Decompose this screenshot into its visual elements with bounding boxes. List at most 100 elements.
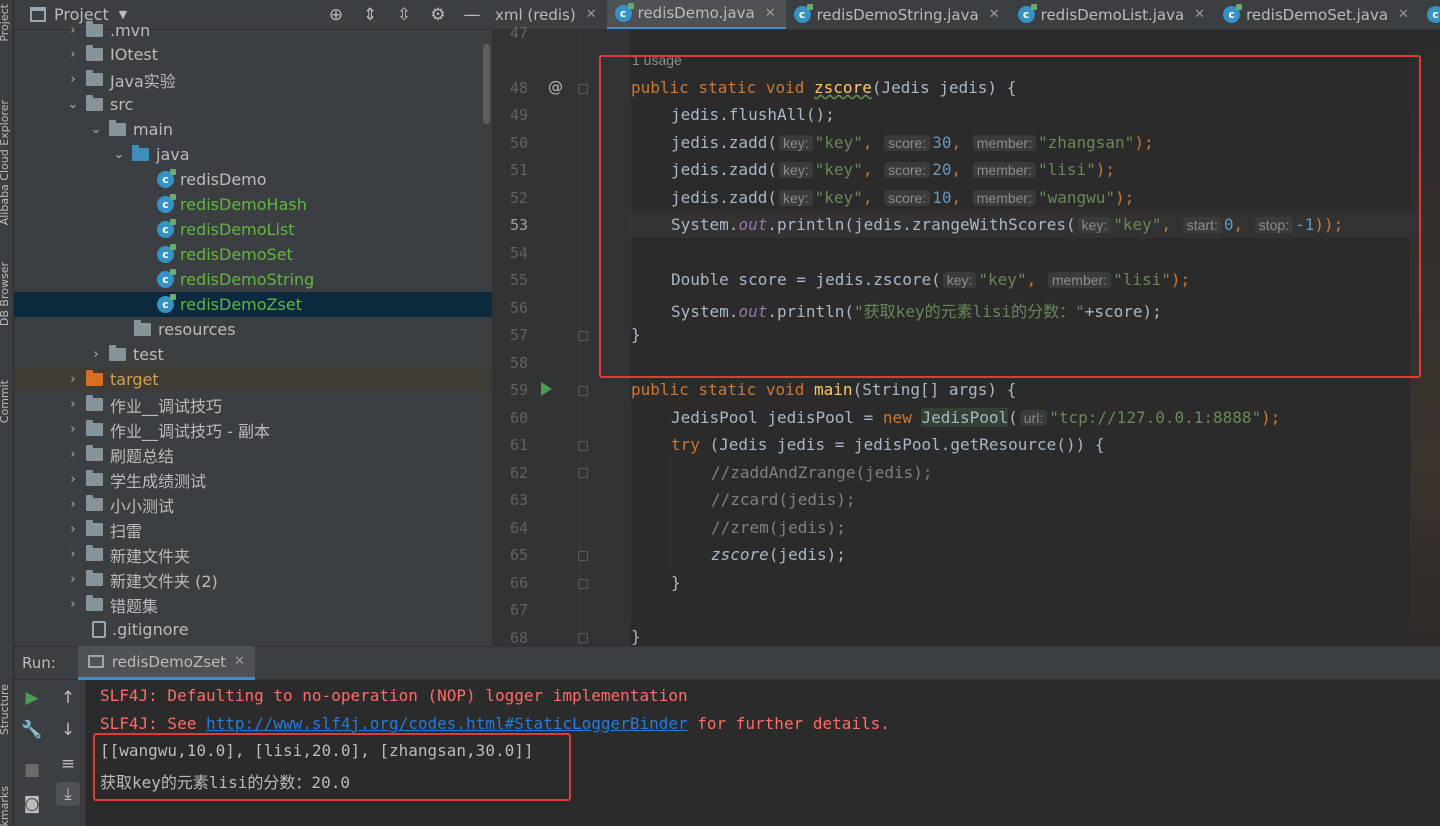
- chevron-right-icon[interactable]: ›: [89, 347, 103, 362]
- param-hint: url:: [1019, 410, 1048, 426]
- chevron-down-icon[interactable]: ⌄: [112, 147, 126, 162]
- close-icon[interactable]: ✕: [989, 7, 1000, 22]
- strip-tab-structure[interactable]: Structure: [0, 684, 11, 735]
- fold-icon[interactable]: [578, 551, 588, 561]
- tree-item-mvn[interactable]: › .mvn: [14, 18, 492, 43]
- chevron-right-icon[interactable]: ›: [66, 422, 80, 437]
- soft-wrap-icon[interactable]: ≡: [56, 752, 80, 776]
- tree-item-new-folder-2[interactable]: › 新建文件夹 (2): [14, 567, 492, 592]
- excluded-folder-icon: [86, 370, 103, 386]
- tree-item-debug-skills-copy[interactable]: › 作业__调试技巧 - 副本: [14, 417, 492, 442]
- tree-item-main[interactable]: ⌄ main: [14, 117, 492, 142]
- chevron-right-icon[interactable]: ›: [66, 447, 80, 462]
- tree-item-redisdemo[interactable]: c redisDemo: [14, 167, 492, 192]
- line-number: 68: [509, 629, 528, 647]
- tree-item-iotest[interactable]: › IOtest: [14, 42, 492, 67]
- code-line-66: }: [671, 573, 681, 592]
- fold-icon[interactable]: [578, 579, 588, 589]
- run-gutter-icon[interactable]: [541, 382, 552, 396]
- tree-item-test[interactable]: › test: [14, 342, 492, 367]
- chevron-right-icon[interactable]: ›: [66, 47, 80, 62]
- tree-item-redisdemoset[interactable]: c redisDemoSet: [14, 242, 492, 267]
- run-tab-redisdemozset[interactable]: redisDemoZset ✕: [77, 646, 256, 680]
- tab-redisdemoset[interactable]: c redisDemoSet.java ✕: [1215, 0, 1419, 29]
- chevron-right-icon[interactable]: ›: [66, 397, 80, 412]
- close-icon[interactable]: ✕: [234, 654, 245, 669]
- tree-item-new-folder[interactable]: › 新建文件夹: [14, 542, 492, 567]
- tree-item-label: redisDemoHash: [180, 195, 307, 214]
- chevron-right-icon[interactable]: ›: [66, 472, 80, 487]
- scroll-to-end-icon[interactable]: ⤓: [56, 782, 80, 806]
- code-token: (String[] args) {: [852, 380, 1017, 399]
- tree-item-redisdemostring[interactable]: c redisDemoString: [14, 267, 492, 292]
- chevron-right-icon[interactable]: ›: [66, 23, 80, 38]
- chevron-right-icon[interactable]: ›: [66, 572, 80, 587]
- fold-icon[interactable]: [578, 386, 588, 396]
- folder-icon: [86, 45, 103, 61]
- tree-item-debug-skills[interactable]: › 作业__调试技巧: [14, 392, 492, 417]
- close-icon[interactable]: ✕: [765, 6, 776, 21]
- tree-item-grades-test[interactable]: › 学生成绩测试: [14, 467, 492, 492]
- tree-item-java-lab[interactable]: › Java实验: [14, 67, 492, 92]
- line-number: 65: [509, 546, 528, 564]
- camera-icon[interactable]: ◙: [20, 792, 44, 816]
- chevron-down-icon[interactable]: ⌄: [89, 122, 103, 137]
- chevron-right-icon[interactable]: ›: [66, 372, 80, 387]
- console-link[interactable]: http://www.slf4j.org/codes.html#StaticLo…: [206, 714, 688, 733]
- rerun-icon[interactable]: ▶: [20, 686, 44, 710]
- strip-tab-commit[interactable]: Commit: [0, 380, 11, 423]
- java-class-icon: c: [157, 219, 176, 238]
- tree-item-label: 错题集: [110, 596, 159, 616]
- tab-overflow[interactable]: c re: [1419, 0, 1440, 29]
- chevron-right-icon[interactable]: ›: [66, 522, 80, 537]
- tree-item-minesweeper[interactable]: › 扫雷: [14, 517, 492, 542]
- tree-item-label: .gitignore: [112, 620, 189, 639]
- tab-label: redisDemoList.java: [1040, 5, 1185, 24]
- wrench-icon[interactable]: 🔧: [20, 718, 44, 742]
- fold-icon[interactable]: [578, 633, 588, 643]
- project-scrollbar[interactable]: [483, 44, 490, 124]
- tree-item-small-test[interactable]: › 小小测试: [14, 492, 492, 517]
- fold-icon[interactable]: [578, 331, 588, 341]
- tree-item-target[interactable]: › target: [14, 367, 492, 392]
- close-icon[interactable]: ✕: [1398, 7, 1409, 22]
- tree-item-gitignore[interactable]: .gitignore: [14, 617, 492, 642]
- line-number: 51: [509, 161, 528, 179]
- close-icon[interactable]: ✕: [586, 7, 597, 22]
- fold-icon[interactable]: [578, 441, 588, 451]
- java-class-icon: c: [157, 269, 176, 288]
- tree-item-practice-summary[interactable]: › 刷题总结: [14, 442, 492, 467]
- tree-item-wrong-questions[interactable]: › 错题集: [14, 592, 492, 617]
- chevron-right-icon[interactable]: ›: [66, 497, 80, 512]
- strip-tab-bookmarks[interactable]: Bookmarks: [0, 786, 11, 826]
- folder-icon: [86, 495, 103, 511]
- strip-tab-project[interactable]: Project: [0, 4, 11, 42]
- tree-item-label: redisDemoZset: [180, 295, 302, 314]
- stop-icon[interactable]: ■: [20, 758, 44, 782]
- fold-icon[interactable]: [578, 468, 588, 478]
- tree-item-resources[interactable]: resources: [14, 317, 492, 342]
- tree-item-redisdemozset[interactable]: c redisDemoZset: [14, 292, 492, 317]
- console-line: SLF4J: See http://www.slf4j.org/codes.ht…: [100, 714, 890, 733]
- tab-redisdemolist[interactable]: c redisDemoList.java ✕: [1010, 0, 1215, 29]
- tree-item-redisdemolist[interactable]: c redisDemoList: [14, 217, 492, 242]
- fold-icon[interactable]: [578, 84, 588, 94]
- chevron-right-icon[interactable]: ›: [66, 597, 80, 612]
- chevron-down-icon[interactable]: ⌄: [66, 97, 80, 112]
- chevron-right-icon[interactable]: ›: [66, 72, 80, 87]
- strip-tab-cloud-explorer[interactable]: Alibaba Cloud Explorer: [0, 100, 11, 225]
- tab-redisdemo[interactable]: c redisDemo.java ✕: [606, 0, 786, 29]
- close-icon[interactable]: ✕: [1194, 7, 1205, 22]
- arrow-up-icon[interactable]: ↑: [56, 686, 80, 710]
- tree-item-src[interactable]: ⌄ src: [14, 92, 492, 117]
- override-marker-icon[interactable]: @: [548, 78, 563, 96]
- tab-redisdemostring[interactable]: c redisDemoString.java ✕: [786, 0, 1010, 29]
- code-line-60: JedisPool jedisPool = new JedisPool(url:…: [671, 408, 1280, 427]
- tree-item-java[interactable]: ⌄ java: [14, 142, 492, 167]
- java-class-icon: c: [157, 294, 176, 313]
- tree-item-label: 扫雷: [110, 521, 143, 541]
- strip-tab-db-browser[interactable]: DB Browser: [0, 262, 11, 326]
- arrow-down-icon[interactable]: ↓: [56, 718, 80, 742]
- tree-item-redisdemohash[interactable]: c redisDemoHash: [14, 192, 492, 217]
- chevron-right-icon[interactable]: ›: [66, 547, 80, 562]
